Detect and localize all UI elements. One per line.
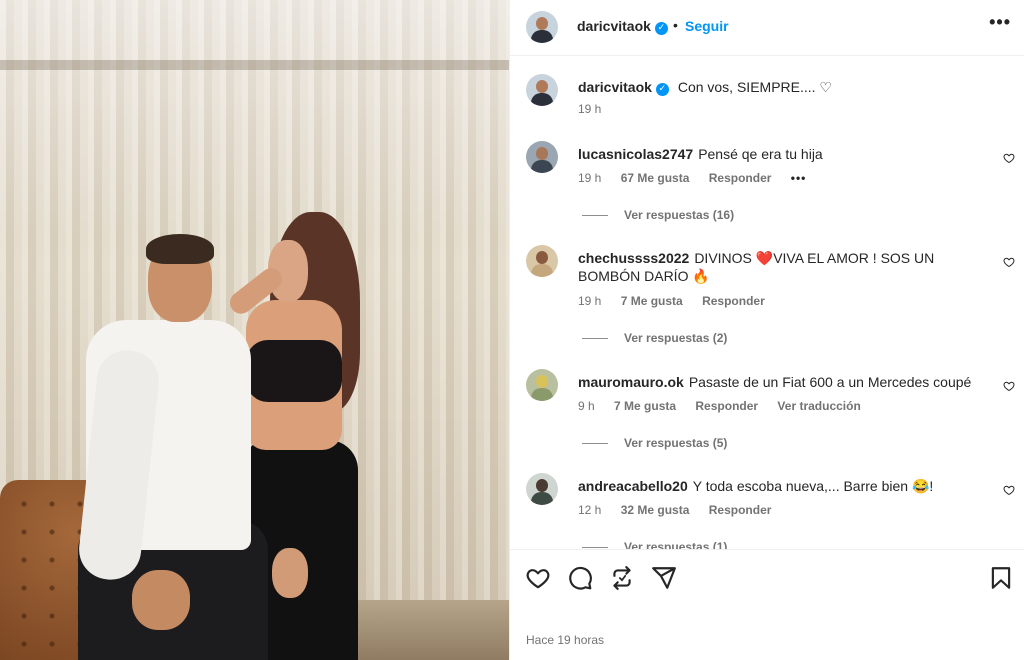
woman-top (246, 340, 342, 402)
commenter-avatar[interactable] (526, 141, 558, 173)
author-avatar[interactable] (526, 74, 558, 106)
comment-like-heart-icon[interactable] (1003, 256, 1015, 268)
avatar-body (531, 93, 553, 106)
comment-text: mauromauro.ok Pasaste de un Fiat 600 a un… (578, 373, 998, 391)
commenter-username[interactable]: lucasnicolas2747 (578, 146, 693, 162)
comment-time[interactable]: 19 h (578, 294, 601, 308)
comment-meta: 9 h 7 Me gusta Responder Ver traducción (578, 399, 877, 413)
comment-meta: 12 h 32 Me gusta Responder (578, 503, 787, 517)
comment-like-heart-icon[interactable] (1003, 380, 1015, 392)
heart-icon[interactable] (525, 565, 551, 591)
comment-like-heart-icon[interactable] (1003, 152, 1015, 164)
view-replies-label[interactable]: Ver respuestas (16) (624, 208, 734, 222)
caption-username-text[interactable]: daricvitaok (578, 79, 652, 95)
comment-likes[interactable]: 32 Me gusta (621, 503, 690, 517)
avatar-head (536, 251, 548, 264)
comment-body: Pensé qe era tu hija (698, 146, 823, 162)
reply-button[interactable]: Responder (709, 171, 772, 185)
caption-time[interactable]: 19 h (578, 102, 601, 116)
comment-meta: 19 h 7 Me gusta Responder (578, 294, 781, 308)
post-actions-bar: Hace 19 horas (510, 549, 1024, 660)
caption-body: Con vos, SIEMPRE.... ♡ (677, 79, 832, 95)
avatar-body (531, 388, 553, 401)
author-username[interactable]: daricvitaok ✓ (577, 18, 668, 35)
verified-badge-icon: ✓ (654, 22, 668, 35)
avatar-body (531, 492, 553, 505)
comment-like-heart-icon[interactable] (1003, 484, 1015, 496)
reply-button[interactable]: Responder (709, 503, 772, 517)
translate-button[interactable]: Ver traducción (777, 399, 860, 413)
avatar-head (536, 80, 548, 93)
avatar-body (531, 30, 553, 43)
comment-text: andreacabello20 Y toda escoba nueva,... B… (578, 477, 978, 495)
separator-dot: • (673, 17, 678, 33)
avatar-head (536, 479, 548, 492)
commenter-avatar[interactable] (526, 473, 558, 505)
view-replies-label[interactable]: Ver respuestas (5) (624, 436, 727, 450)
avatar-body (531, 160, 553, 173)
replies-line (582, 443, 608, 445)
avatar-head (536, 17, 548, 30)
post-header: daricvitaok ✓ • Seguir ••• (510, 0, 1024, 56)
comment-text: chechussss2022 DIVINOS ❤️VIVA EL AMOR ! S… (578, 249, 948, 285)
comment-more-icon[interactable]: ••• (791, 171, 807, 185)
view-replies-label[interactable]: Ver respuestas (2) (624, 331, 727, 345)
view-replies-button[interactable]: Ver respuestas (2) (582, 331, 727, 345)
replies-line (582, 338, 608, 340)
replies-line (582, 215, 608, 217)
avatar-head (536, 147, 548, 160)
comment-likes[interactable]: 7 Me gusta (621, 294, 683, 308)
view-replies-button[interactable]: Ver respuestas (1) (582, 540, 727, 549)
post-timestamp[interactable]: Hace 19 horas (526, 633, 604, 647)
post-side-panel: daricvitaok ✓ • Seguir ••• daricvitaok ✓ C… (509, 0, 1024, 660)
comment-meta: 19 h 67 Me gusta Responder ••• (578, 171, 822, 185)
reply-button[interactable]: Responder (702, 294, 765, 308)
share-icon[interactable] (651, 565, 677, 591)
comment-time[interactable]: 9 h (578, 399, 595, 413)
curtain-rail (0, 60, 509, 70)
verified-badge-icon: ✓ (655, 83, 669, 96)
view-replies-label[interactable]: Ver respuestas (1) (624, 540, 727, 549)
comment-time[interactable]: 19 h (578, 171, 601, 185)
avatar-head (536, 375, 548, 388)
reply-button[interactable]: Responder (695, 399, 758, 413)
comment-body: Pasaste de un Fiat 600 a un Mercedes cou… (688, 374, 972, 390)
comment-body: Y toda escoba nueva,... Barre bien 😂! (692, 478, 934, 494)
caption-text: daricvitaok ✓ Con vos, SIEMPRE.... ♡ (578, 78, 978, 96)
comment-time[interactable]: 12 h (578, 503, 601, 517)
comment-icon[interactable] (567, 565, 593, 591)
comments-list[interactable]: daricvitaok ✓ Con vos, SIEMPRE.... ♡ 19 h… (510, 57, 1024, 549)
comment-likes[interactable]: 7 Me gusta (614, 399, 676, 413)
author-avatar[interactable] (526, 11, 558, 43)
caption-username[interactable]: daricvitaok ✓ (578, 79, 669, 96)
commenter-username[interactable]: andreacabello20 (578, 478, 688, 494)
avatar-body (531, 264, 553, 277)
author-username-text[interactable]: daricvitaok (577, 18, 651, 34)
woman-hand (272, 548, 308, 598)
man-hand (132, 570, 190, 630)
commenter-avatar[interactable] (526, 369, 558, 401)
comment-likes[interactable]: 67 Me gusta (621, 171, 690, 185)
window-light (0, 0, 509, 240)
commenter-username[interactable]: mauromauro.ok (578, 374, 684, 390)
view-replies-button[interactable]: Ver respuestas (16) (582, 208, 734, 222)
view-replies-button[interactable]: Ver respuestas (5) (582, 436, 727, 450)
bookmark-icon[interactable] (988, 565, 1014, 591)
comment-text: lucasnicolas2747 Pensé qe era tu hija (578, 145, 978, 163)
caption-meta: 19 h (578, 102, 617, 116)
post-photo[interactable] (0, 0, 509, 660)
commenter-username[interactable]: chechussss2022 (578, 250, 689, 266)
commenter-avatar[interactable] (526, 245, 558, 277)
follow-button[interactable]: Seguir (685, 18, 729, 34)
more-options-icon[interactable]: ••• (989, 12, 1011, 33)
man-hair (146, 234, 214, 264)
repost-icon[interactable] (609, 565, 635, 591)
